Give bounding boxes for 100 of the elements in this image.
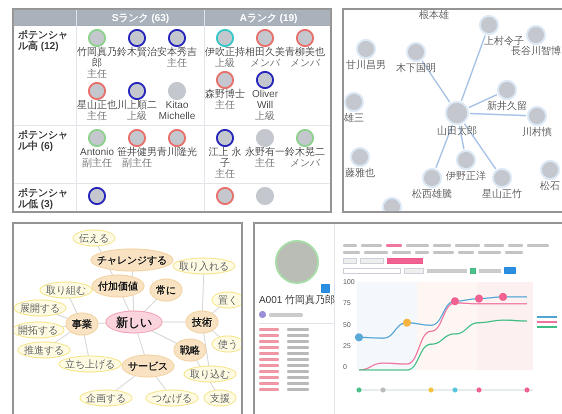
person-name: 森野博士 — [205, 89, 245, 100]
person-role: メンバ — [290, 158, 320, 169]
photo-placeholder — [274, 240, 318, 284]
point — [355, 333, 363, 342]
status-icon — [259, 311, 266, 318]
central-topic: 新しい — [106, 310, 162, 334]
person-name: 竹岡真乃郎 — [77, 47, 117, 69]
person-role: 主任 — [255, 158, 275, 169]
person-name: 川村慎 — [522, 127, 552, 138]
topic-node: 戦略 — [174, 338, 206, 362]
avatar — [256, 187, 274, 205]
leaf-node: 立ち上げる — [58, 356, 122, 372]
timeline-dot — [524, 388, 530, 392]
person-name: 新井久留 — [487, 101, 527, 112]
person-name: 木下国明 — [396, 63, 436, 74]
timeline-dot — [380, 388, 386, 392]
person-role: メンバ — [290, 58, 320, 69]
person-name: 青柳美也 — [285, 47, 325, 58]
person-role: 副主任 — [122, 158, 152, 169]
person-name: 安本秀吉 — [157, 47, 197, 58]
person-name: 上村令子 — [484, 36, 524, 47]
filter-dropdown[interactable] — [427, 268, 467, 272]
topic-node: 付加価値 — [92, 274, 144, 298]
filter-button[interactable] — [404, 268, 424, 274]
leaf-node: 取り込む — [184, 366, 236, 382]
row-label: ポテンシャル中 (6) — [18, 130, 69, 152]
leaf-node: つなげる — [146, 390, 198, 406]
leaf-node: 取り入れる — [172, 258, 236, 274]
person-name: Oliver Will — [250, 89, 280, 111]
person-name: Kitao Michelle — [158, 100, 196, 122]
person-name: 雄三 — [344, 113, 364, 124]
timeline-dot — [476, 388, 482, 392]
avatar — [406, 42, 426, 62]
person-name: 星山正也 — [77, 100, 117, 111]
person-name: 青川隆光 — [157, 147, 197, 158]
topic-node: 常に — [150, 278, 182, 302]
leaf-node: 置く — [212, 292, 241, 308]
filter-dropdown[interactable] — [343, 268, 401, 274]
row-label: ポテンシャル高 (12) — [18, 30, 69, 52]
person-role: 主任 — [215, 169, 235, 180]
view-button[interactable] — [387, 258, 423, 264]
person-name: 江上 永子 — [208, 147, 242, 169]
person-name: 松西雄騰 — [412, 189, 452, 200]
person-role: メンバ — [250, 58, 280, 69]
leaf-node: 伝える — [72, 230, 116, 246]
topic-node: チャレンジする — [90, 248, 174, 272]
person-name: Antonio — [80, 147, 114, 158]
leaf-node: 支援 — [204, 390, 236, 406]
column-header: Aランク (19) — [240, 12, 298, 26]
column-header: Sランク (63) — [112, 12, 170, 26]
avatar — [456, 150, 476, 170]
person-name: 伊吹正持 — [205, 47, 245, 58]
avatar — [445, 101, 469, 125]
person-name: 星山正竹 — [482, 189, 522, 200]
view-button[interactable] — [343, 258, 357, 264]
leaf-node: 取り組む — [40, 282, 92, 298]
person-name: 山田太郎 — [437, 126, 477, 137]
topic-node: 技術 — [186, 310, 218, 334]
person-role: 上級 — [215, 58, 235, 69]
topic-node: 事業 — [66, 312, 98, 336]
search-button[interactable] — [504, 267, 516, 274]
person-role: 主任 — [87, 69, 107, 80]
avatar — [256, 129, 274, 147]
timeline-dot — [428, 388, 434, 392]
person-name: 川上順二 — [117, 100, 157, 111]
person-name: 相田久美 — [245, 47, 285, 58]
person-name: 長谷川智博 — [511, 46, 561, 57]
avatar — [497, 80, 517, 100]
person-role: 副主任 — [82, 158, 112, 169]
leaf-node: 開拓する — [14, 322, 64, 338]
timeline-dot — [356, 388, 362, 392]
leaf-node: 企画する — [80, 390, 132, 406]
person-role: 主任 — [215, 100, 235, 111]
avatar — [492, 168, 512, 188]
legend-drawing — [537, 316, 557, 328]
person-role: 上級 — [127, 111, 147, 122]
person-name: 甘川昌男 — [346, 60, 386, 71]
leaf-node: 推進する — [18, 342, 70, 358]
person-name: 鈴木晃二 — [285, 147, 325, 158]
person-name: 根本雄 — [419, 10, 449, 21]
row-label: ポテンシャル低 (3) — [18, 188, 69, 210]
person-name: 鈴木賢治 — [117, 47, 157, 58]
person-name: 松石 — [540, 181, 560, 192]
person-role: 主任 — [167, 58, 187, 69]
text-bar — [479, 268, 501, 272]
person-role: 主任 — [87, 111, 107, 122]
leaf-node: 展開する — [14, 300, 66, 316]
view-button[interactable] — [360, 258, 384, 264]
edit-button[interactable] — [321, 284, 330, 293]
avatar — [168, 82, 186, 100]
dropdown-field[interactable] — [269, 312, 303, 316]
avatar — [422, 168, 442, 188]
employee-name: A001 竹岡真乃郎 — [259, 295, 334, 307]
leaf-node: 使う — [212, 336, 241, 352]
person-name: 永野有一 — [245, 147, 285, 158]
person-name: 藤雅也 — [345, 168, 375, 179]
person-role: 上級 — [255, 111, 275, 122]
person-name: 笹井健男 — [117, 147, 157, 158]
toggle-button[interactable] — [470, 268, 476, 274]
topic-node: サービス — [122, 354, 174, 378]
